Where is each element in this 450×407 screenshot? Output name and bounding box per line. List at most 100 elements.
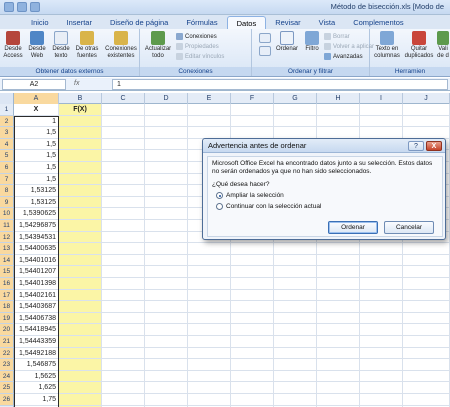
grid-cell[interactable] (231, 394, 274, 406)
fx-value-cell[interactable] (59, 127, 102, 139)
grid-cell[interactable] (274, 254, 317, 267)
grid-cell[interactable] (145, 127, 188, 139)
grid-cell[interactable] (102, 104, 145, 116)
undo-icon[interactable] (30, 2, 40, 12)
grid-cell[interactable] (102, 138, 145, 151)
x-value-cell[interactable]: 1 (14, 115, 59, 128)
row-header[interactable]: 1 (0, 104, 14, 116)
fx-value-cell[interactable] (59, 266, 102, 278)
row-header[interactable]: 18 (0, 301, 14, 313)
other-sources-button[interactable]: De otras fuentes (74, 31, 100, 60)
fx-value-cell[interactable] (59, 312, 102, 325)
grid-cell[interactable] (317, 243, 360, 255)
grid-cell[interactable] (102, 394, 145, 406)
grid-cell[interactable] (274, 115, 317, 128)
grid-cell[interactable] (231, 289, 274, 302)
fx-value-cell[interactable] (59, 301, 102, 313)
x-value-cell[interactable]: 1,54403687 (14, 301, 59, 313)
grid-cell[interactable] (274, 278, 317, 290)
grid-cell[interactable] (360, 104, 403, 116)
grid-cell[interactable] (317, 382, 360, 394)
row-header[interactable]: 19 (0, 312, 14, 325)
grid-cell[interactable] (231, 104, 274, 116)
tab-datos[interactable]: Datos (226, 16, 267, 29)
grid-cell[interactable] (403, 324, 450, 336)
radio-continue[interactable] (216, 203, 223, 210)
grid-cell[interactable] (188, 104, 231, 116)
grid-cell[interactable] (188, 359, 231, 371)
grid-cell[interactable] (188, 243, 231, 255)
properties-button[interactable]: Propiedades (176, 42, 219, 51)
x-value-cell[interactable]: 1,54296875 (14, 220, 59, 232)
clear-filter-button[interactable]: Borrar (324, 32, 350, 41)
grid-cell[interactable] (102, 278, 145, 290)
column-header-h[interactable]: H (317, 93, 360, 104)
grid-cell[interactable] (231, 347, 274, 360)
grid-cell[interactable] (102, 150, 145, 162)
grid-cell[interactable] (231, 370, 274, 383)
fx-value-cell[interactable] (59, 150, 102, 162)
row-header[interactable]: 4 (0, 138, 14, 151)
row-header[interactable]: 2 (0, 115, 14, 128)
grid-cell[interactable] (145, 382, 188, 394)
grid-cell[interactable] (274, 289, 317, 302)
sort-button[interactable]: Ordenar (274, 31, 300, 53)
tab-formulas[interactable]: Fórmulas (177, 16, 226, 29)
x-value-cell[interactable]: 1,54400635 (14, 243, 59, 255)
grid-cell[interactable] (188, 394, 231, 406)
grid-cell[interactable] (145, 370, 188, 383)
grid-cell[interactable] (145, 359, 188, 371)
x-value-cell[interactable]: 1,5 (14, 162, 59, 174)
grid-cell[interactable] (188, 278, 231, 290)
edit-links-button[interactable]: Editar vínculos (176, 52, 224, 61)
grid-cell[interactable] (188, 115, 231, 128)
grid-cell[interactable] (102, 370, 145, 383)
tab-inicio[interactable]: Inicio (22, 16, 58, 29)
grid-cell[interactable] (317, 370, 360, 383)
row-header[interactable]: 10 (0, 208, 14, 220)
fx-value-cell[interactable] (59, 324, 102, 336)
x-value-cell[interactable]: 1,546875 (14, 359, 59, 371)
grid-cell[interactable] (360, 301, 403, 313)
column-header-j[interactable]: J (403, 93, 450, 104)
grid-cell[interactable] (403, 382, 450, 394)
grid-cell[interactable] (102, 254, 145, 267)
row-header[interactable]: 7 (0, 173, 14, 186)
grid-cell[interactable] (188, 347, 231, 360)
fx-value-cell[interactable] (59, 289, 102, 302)
row-header[interactable]: 3 (0, 127, 14, 139)
grid-cell[interactable] (188, 324, 231, 336)
x-value-cell[interactable]: 1,5390625 (14, 208, 59, 220)
grid-cell[interactable] (317, 104, 360, 116)
grid-cell[interactable] (403, 243, 450, 255)
grid-cell[interactable] (188, 266, 231, 278)
grid-cell[interactable] (317, 359, 360, 371)
tab-vista[interactable]: Vista (310, 16, 345, 29)
grid-cell[interactable] (102, 266, 145, 278)
grid-cell[interactable] (403, 254, 450, 267)
grid-cell[interactable] (102, 127, 145, 139)
sort-za-button[interactable] (256, 46, 274, 57)
grid-cell[interactable] (102, 115, 145, 128)
grid-cell[interactable] (102, 301, 145, 313)
grid-cell[interactable] (231, 115, 274, 128)
grid-cell[interactable] (188, 336, 231, 348)
data-validation-button[interactable]: Vali de d (435, 31, 450, 60)
grid-cell[interactable] (145, 220, 188, 232)
grid-cell[interactable] (231, 312, 274, 325)
row-header[interactable]: 17 (0, 289, 14, 302)
grid-cell[interactable] (188, 370, 231, 383)
fx-value-cell[interactable] (59, 208, 102, 220)
grid-cell[interactable] (231, 336, 274, 348)
x-value-cell[interactable]: 1,5 (14, 138, 59, 151)
row-header[interactable]: 15 (0, 266, 14, 278)
grid-cell[interactable] (145, 243, 188, 255)
grid-cell[interactable] (145, 312, 188, 325)
grid-cell[interactable] (145, 266, 188, 278)
fx-value-cell[interactable] (59, 336, 102, 348)
grid-cell[interactable] (360, 347, 403, 360)
grid-cell[interactable] (188, 312, 231, 325)
from-access-button[interactable]: Desde Access (2, 31, 24, 60)
option-expand-selection[interactable]: Ampliar la selección (216, 192, 284, 199)
x-value-cell[interactable]: 1,54492188 (14, 347, 59, 360)
